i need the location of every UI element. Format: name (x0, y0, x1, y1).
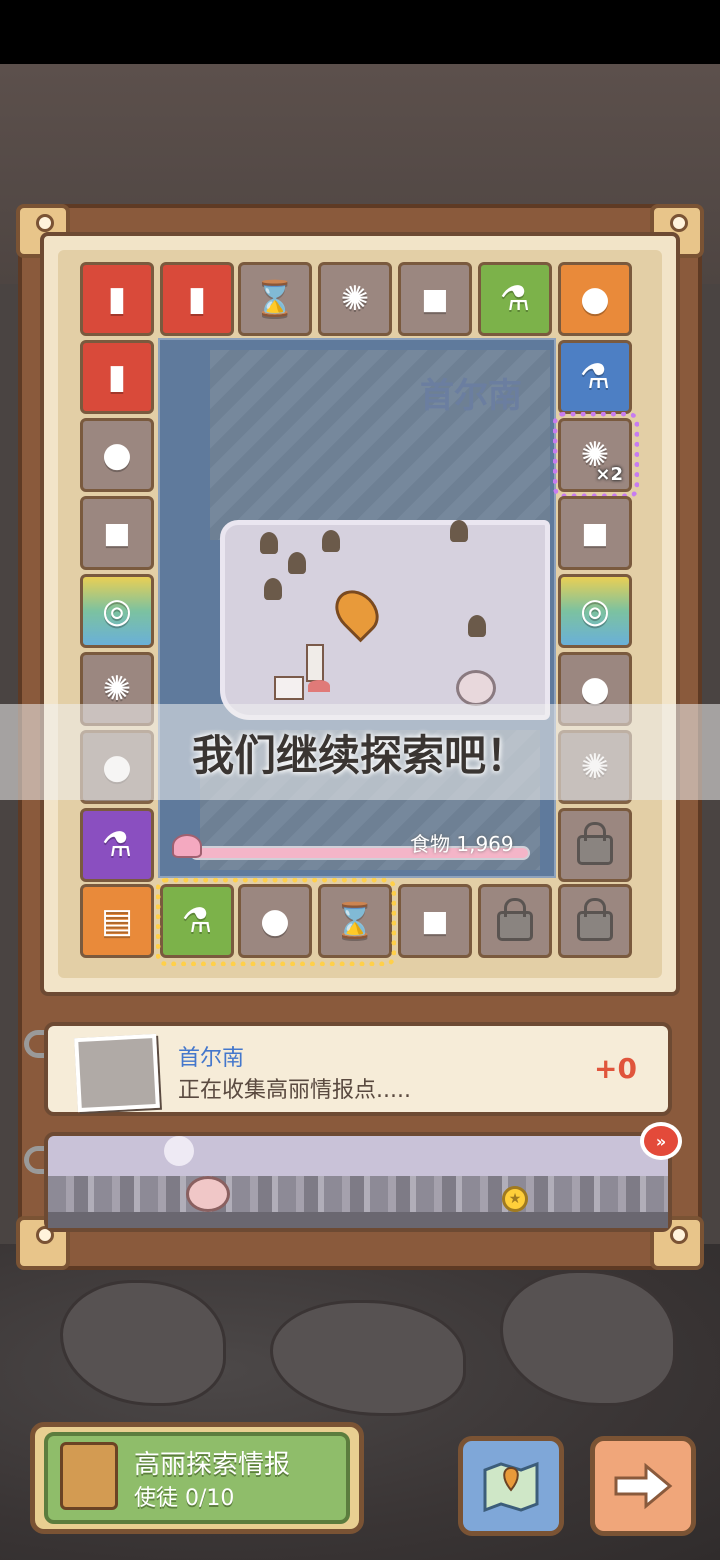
tower-icon (306, 644, 324, 682)
tile-ghost[interactable]: ● (558, 262, 632, 336)
tree-icon (264, 578, 282, 600)
tile-battery[interactable]: ▮ (80, 262, 154, 336)
tile-battery[interactable]: ▮ (160, 262, 234, 336)
lock-icon (497, 898, 533, 941)
tile-locked[interactable] (558, 884, 632, 958)
tile-highlight (156, 878, 396, 966)
tile-potion[interactable]: ⚗ (558, 340, 632, 414)
moon-icon (164, 1136, 194, 1166)
tile-shell-card[interactable]: ◎ (558, 574, 632, 648)
arrow-right-icon (614, 1462, 673, 1510)
ghost-icon: ● (580, 279, 610, 319)
map-icon (483, 1461, 539, 1513)
tile-meat[interactable]: ◼ (80, 496, 154, 570)
battery-icon: ▮ (187, 279, 207, 319)
potion-icon: ⚗ (101, 825, 133, 865)
city-skyline (48, 1176, 668, 1212)
battery-icon: ▮ (107, 357, 127, 397)
tree-icon (450, 520, 468, 542)
tile-potion[interactable]: ⚗ (80, 808, 154, 882)
tree-icon (288, 552, 306, 574)
tile-meat[interactable]: ◼ (398, 884, 472, 958)
plus-icon: +0 (594, 1052, 637, 1085)
banner-text: 我们继续探索吧！ (191, 731, 528, 780)
potion-icon: ⚗ (499, 279, 531, 319)
map-scroll-icon: ▤ (100, 901, 134, 941)
map-button[interactable] (458, 1436, 564, 1536)
intel-progress: 使徒 0/10 (134, 1486, 235, 1511)
mushroom-icon (308, 680, 330, 692)
ghost-icon: ● (102, 435, 132, 475)
tile-shell-card[interactable]: ◎ (80, 574, 154, 648)
intel-title: 高丽探索情报 (134, 1450, 291, 1480)
tile-hourglass[interactable]: ⌛ (238, 262, 312, 336)
rune-icon: ✺ (340, 279, 370, 319)
rune-icon: ✺ (102, 669, 132, 709)
shell-card-icon: ◎ (580, 591, 610, 631)
tree-icon (322, 530, 340, 552)
tile-highlight (553, 412, 639, 498)
meat-icon: ◼ (102, 513, 132, 553)
tile-ghost[interactable]: ● (80, 418, 154, 492)
status-bar (0, 0, 720, 64)
shell-icon (456, 670, 496, 706)
tree-icon (468, 615, 486, 637)
shell-card-icon: ◎ (102, 591, 132, 631)
tile-locked[interactable] (558, 808, 632, 882)
house-icon (274, 676, 304, 700)
meat-icon: ◼ (420, 901, 450, 941)
meat-icon: ◼ (580, 513, 610, 553)
tree-icon (260, 532, 278, 554)
lock-icon (577, 822, 613, 865)
mushroom-icon (172, 834, 202, 858)
tile-locked[interactable] (478, 884, 552, 958)
tile-meat[interactable]: ◼ (558, 496, 632, 570)
fast-forward-button[interactable]: » (640, 1122, 682, 1160)
ghost-icon: ● (580, 669, 610, 709)
info-title: 首尔南 (178, 1046, 245, 1071)
tile-meat[interactable]: ◼ (398, 262, 472, 336)
food-counter: 食物 1,969 (410, 832, 514, 856)
tile-map-scroll[interactable]: ▤ (80, 884, 154, 958)
region-name: 首尔南 (420, 376, 522, 416)
document-folder-icon (60, 1442, 118, 1510)
info-subtitle: 正在收集高丽情报点..... (178, 1078, 411, 1103)
next-button[interactable] (590, 1436, 696, 1536)
hourglass-icon: ⌛ (253, 279, 297, 319)
lock-icon (577, 898, 613, 941)
road (48, 1212, 668, 1228)
region-photo (74, 1033, 160, 1113)
snail-icon (186, 1176, 230, 1212)
potion-icon: ⚗ (579, 357, 611, 397)
tile-rune[interactable]: ✺ (318, 262, 392, 336)
meat-icon: ◼ (420, 279, 450, 319)
star-icon: ★ (502, 1186, 528, 1212)
tile-battery[interactable]: ▮ (80, 340, 154, 414)
battery-icon: ▮ (107, 279, 127, 319)
tile-potion[interactable]: ⚗ (478, 262, 552, 336)
